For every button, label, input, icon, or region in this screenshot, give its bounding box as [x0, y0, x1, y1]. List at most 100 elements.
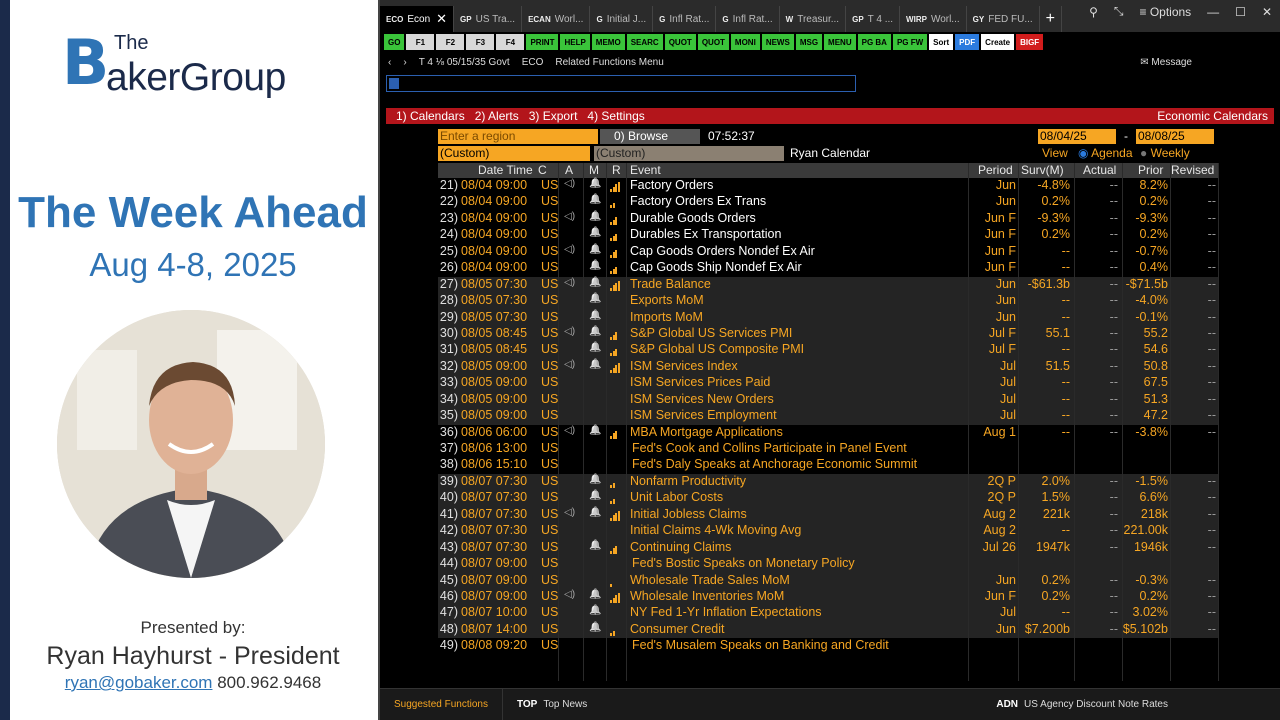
- alert-bell-icon[interactable]: 🔔: [589, 326, 601, 337]
- fkey-quot[interactable]: QUOT: [664, 34, 696, 50]
- back-icon[interactable]: ‹: [388, 57, 391, 68]
- alert-bell-icon[interactable]: 🔔: [589, 589, 601, 600]
- weekly-radio[interactable]: ● Weekly: [1140, 146, 1190, 160]
- adn-link[interactable]: ADN US Agency Discount Note Rates: [982, 689, 1182, 720]
- table-row[interactable]: 48) 08/07 14:00 US 🔔 Consumer Credit Jun $7.20…: [438, 621, 1218, 639]
- profile-icon[interactable]: ⚲: [1089, 5, 1098, 19]
- speaker-icon[interactable]: ◁): [564, 277, 575, 288]
- table-row[interactable]: 40) 08/07 07:30 US 🔔 Unit Labor Costs 2Q P 1.5…: [438, 490, 1218, 507]
- table-row[interactable]: 27) 08/05 07:30 US ◁) 🔔 Trade Balance Jun -$61.…: [438, 276, 1218, 294]
- minimize-icon[interactable]: —: [1207, 5, 1219, 19]
- new-tab-button[interactable]: +: [1040, 6, 1063, 32]
- alert-bell-icon[interactable]: 🔔: [589, 194, 601, 205]
- tab-3[interactable]: G Initial J...: [590, 6, 654, 32]
- fkey-f3[interactable]: F3: [466, 34, 495, 50]
- browse-button[interactable]: 0) Browse: [600, 129, 700, 144]
- speaker-icon[interactable]: ◁): [564, 425, 575, 436]
- alert-bell-icon[interactable]: 🔔: [589, 540, 601, 551]
- table-row[interactable]: 47) 08/07 10:00 US 🔔 NY Fed 1-Yr Inflation E…: [438, 605, 1218, 622]
- table-row[interactable]: 29) 08/05 07:30 US 🔔 Imports MoM Jun -- -- -0.1%…: [438, 309, 1218, 326]
- fkey-moni[interactable]: MONI: [730, 34, 760, 50]
- tab-5[interactable]: G Infl Rat...: [716, 6, 780, 32]
- fkey-searc[interactable]: SEARC: [626, 34, 663, 50]
- table-row[interactable]: 24) 08/04 09:00 US 🔔 Durables Ex Transportat…: [438, 227, 1218, 243]
- top-news-link[interactable]: TOP Top News: [503, 689, 601, 720]
- function-code[interactable]: ECO: [522, 57, 544, 68]
- fkey-pdf[interactable]: PDF: [955, 34, 980, 50]
- fkey-news[interactable]: NEWS: [761, 34, 794, 50]
- speaker-icon[interactable]: ◁): [564, 178, 575, 189]
- alert-bell-icon[interactable]: 🔔: [589, 359, 601, 370]
- fkey-go[interactable]: GO: [384, 34, 405, 50]
- table-row[interactable]: 28) 08/05 07:30 US 🔔 Exports MoM Jun -- -- -4.0%…: [438, 293, 1218, 310]
- alert-bell-icon[interactable]: 🔔: [589, 425, 601, 436]
- alert-bell-icon[interactable]: 🔔: [589, 211, 601, 222]
- alert-bell-icon[interactable]: 🔔: [589, 507, 601, 518]
- speaker-icon[interactable]: ◁): [564, 507, 575, 518]
- alert-bell-icon[interactable]: 🔔: [589, 244, 601, 255]
- table-row[interactable]: 36) 08/06 06:00 US ◁) 🔔 MBA Mortgage Applicat…: [438, 425, 1218, 441]
- speaker-icon[interactable]: ◁): [564, 211, 575, 222]
- tab-9[interactable]: GY FED FU...: [967, 6, 1040, 32]
- fkey-help[interactable]: HELP: [560, 34, 590, 50]
- fkey-quot[interactable]: QUOT: [697, 34, 729, 50]
- alerts-menu[interactable]: 2) Alerts: [475, 109, 519, 123]
- table-row[interactable]: 35) 08/05 09:00 US ISM Services Employment J…: [438, 408, 1218, 425]
- table-row[interactable]: 37) 08/06 13:00 US Fed's Cook and Collins P…: [438, 441, 1218, 457]
- table-row[interactable]: 45) 08/07 09:00 US Wholesale Trade Sales Mo…: [438, 572, 1218, 589]
- fkey-f2[interactable]: F2: [436, 34, 465, 50]
- alert-bell-icon[interactable]: 🔔: [589, 605, 601, 616]
- fkey-pg-fw[interactable]: PG FW: [892, 34, 928, 50]
- table-row[interactable]: 34) 08/05 09:00 US ISM Services New Orders J…: [438, 391, 1218, 409]
- related-functions-menu[interactable]: Related Functions Menu: [555, 57, 663, 68]
- tab-7[interactable]: GP T 4 ...: [846, 6, 901, 32]
- table-row[interactable]: 23) 08/04 09:00 US ◁) 🔔 Durable Goods Orders J…: [438, 211, 1218, 227]
- table-row[interactable]: 31) 08/05 08:45 US 🔔 S&P Global US Composite…: [438, 342, 1218, 359]
- security-ticker[interactable]: T 4 ⅛ 05/15/35 Govt: [419, 57, 510, 68]
- maximize-icon[interactable]: ☐: [1235, 5, 1246, 19]
- tab-8[interactable]: WIRP Worl...: [900, 6, 967, 32]
- speaker-icon[interactable]: ◁): [564, 359, 575, 370]
- alert-bell-icon[interactable]: 🔔: [589, 310, 601, 321]
- fkey-create[interactable]: Create: [981, 34, 1015, 50]
- speaker-icon[interactable]: ◁): [564, 589, 575, 600]
- tab-close-icon[interactable]: ✕: [436, 11, 447, 27]
- settings-menu[interactable]: 4) Settings: [587, 109, 644, 123]
- table-row[interactable]: 38) 08/06 15:10 US Fed's Daly Speaks at Anc…: [438, 457, 1218, 473]
- economic-calendars-link[interactable]: Economic Calendars: [1157, 109, 1268, 123]
- forward-icon[interactable]: ›: [403, 57, 406, 68]
- speaker-icon[interactable]: ◁): [564, 326, 575, 337]
- alert-bell-icon[interactable]: 🔔: [589, 293, 601, 304]
- agenda-radio[interactable]: ◉ Agenda: [1078, 146, 1133, 160]
- fkey-f1[interactable]: F1: [406, 34, 435, 50]
- fkey-pg-ba[interactable]: PG BA: [857, 34, 891, 50]
- tab-4[interactable]: G Infl Rat...: [653, 6, 717, 32]
- table-row[interactable]: 49) 08/08 09:20 US Fed's Musalem Speaks on …: [438, 638, 1218, 654]
- options-menu[interactable]: ≡ Options: [1139, 5, 1191, 19]
- table-row[interactable]: 46) 08/07 09:00 US ◁) 🔔 Wholesale Inventories…: [438, 588, 1218, 606]
- tab-2[interactable]: ECAN Worl...: [522, 6, 591, 32]
- resize-icon[interactable]: ⤡: [1114, 4, 1124, 19]
- command-line-input[interactable]: [386, 75, 856, 92]
- date-from-input[interactable]: 08/04/25: [1038, 129, 1116, 144]
- alert-bell-icon[interactable]: 🔔: [589, 342, 601, 353]
- alert-bell-icon[interactable]: 🔔: [589, 227, 601, 238]
- custom-select-1[interactable]: (Custom): [438, 146, 590, 161]
- fkey-sort[interactable]: Sort: [929, 34, 954, 50]
- table-row[interactable]: 41) 08/07 07:30 US ◁) 🔔 Initial Jobless Claim…: [438, 506, 1218, 524]
- table-row[interactable]: 42) 08/07 07:30 US Initial Claims 4-Wk Movi…: [438, 523, 1218, 540]
- fkey-memo[interactable]: MEMO: [591, 34, 625, 50]
- close-icon[interactable]: ✕: [1262, 5, 1272, 19]
- alert-bell-icon[interactable]: 🔔: [589, 474, 601, 485]
- alert-bell-icon[interactable]: 🔔: [589, 622, 601, 633]
- alert-bell-icon[interactable]: 🔔: [589, 277, 601, 288]
- table-row[interactable]: 25) 08/04 09:00 US ◁) 🔔 Cap Goods Orders Nond…: [438, 244, 1218, 260]
- fkey-bigf[interactable]: BIGF: [1016, 34, 1044, 50]
- alert-bell-icon[interactable]: 🔔: [589, 178, 601, 189]
- table-row[interactable]: 22) 08/04 09:00 US 🔔 Factory Orders Ex Trans…: [438, 194, 1218, 210]
- email-link[interactable]: ryan@gobaker.com: [65, 673, 213, 692]
- table-row[interactable]: 21) 08/04 09:00 US ◁) 🔔 Factory Orders Jun -4.8…: [438, 178, 1218, 194]
- tab-1[interactable]: GP US Tra...: [454, 6, 523, 32]
- calendars-menu[interactable]: 1) Calendars: [396, 109, 465, 123]
- message-button[interactable]: ✉ Message: [1140, 57, 1192, 68]
